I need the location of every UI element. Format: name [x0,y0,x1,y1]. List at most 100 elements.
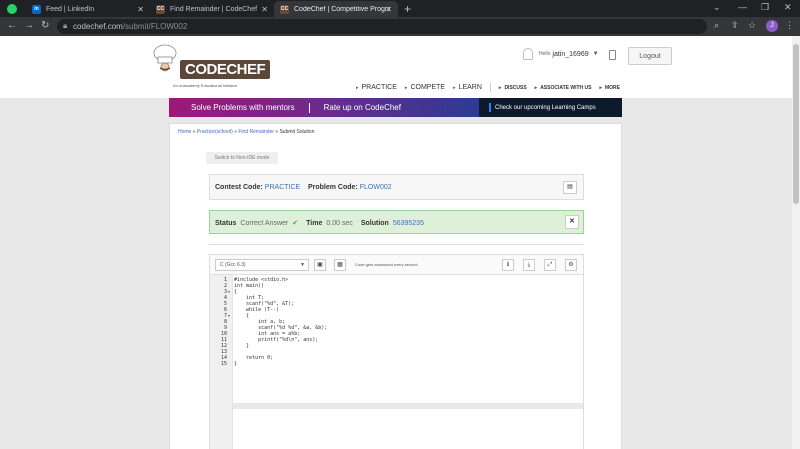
page: CODECHEF An unacademy Educational Initia… [0,36,792,449]
lock-icon: 🔒︎ [63,21,68,30]
banner-text-1: Solve Problems with mentors [191,103,295,112]
fold-arrow-icon[interactable]: ▾ [228,289,230,294]
time-value: 0.00 sec [326,219,353,227]
nav-practice[interactable]: ▸ PRACTICE [356,84,397,91]
browser-toolbar: ← → ↻ 🔒︎ codechef.com/submit/FLOW002 ⌕ ⇪… [0,17,800,36]
problem-statement-icon[interactable]: ▤ [563,181,577,194]
chef-hat-icon [153,44,177,72]
logo[interactable]: CODECHEF [180,60,271,79]
check-icon: ✔ [292,220,299,227]
arrow-right-icon: ▸ [498,84,502,91]
breadcrumb-home[interactable]: Home [178,129,191,135]
code-line[interactable]: } [234,361,237,367]
profile-avatar[interactable]: J [766,20,778,32]
nav-discuss[interactable]: ▸ DISCUSS [499,85,527,91]
switch-mode-button[interactable]: Switch to Non-IDE mode [206,152,278,164]
code-line[interactable]: return 0; [234,355,273,361]
banner-accent [489,103,491,112]
download-icon[interactable]: ⤓ [523,259,535,271]
code-line[interactable]: int main() [234,283,264,289]
reload-icon[interactable]: ↻ [41,20,49,31]
arrow-right-icon: ▸ [404,84,408,91]
info-icon[interactable]: ℹ [502,259,514,271]
main-nav: ▸ PRACTICE ▸ COMPETE ▸ LEARN ▸ DISCUSS ▸ ASSO… [356,83,628,92]
zoom-icon[interactable]: ⌕ [714,20,719,31]
breadcrumb-problem[interactable]: Find Remainder [238,129,274,135]
user-icon [523,48,533,60]
problem-code-link[interactable]: FLOW002 [360,184,392,191]
minimize-icon[interactable]: — [738,2,747,12]
banner-divider [308,102,310,113]
calendar-icon[interactable]: ▦ [334,259,346,271]
banner-mentors[interactable]: Solve Problems with mentors Rate up on C… [169,98,479,117]
hello-label: Hello [539,51,551,57]
logo-subtitle: An unacademy Educational Initiative [173,83,238,88]
chevron-down-icon[interactable]: ▼ [593,51,599,57]
close-tab-icon[interactable]: ✕ [261,5,268,14]
user-menu[interactable]: Hello jatin_16969 ▼ [523,48,599,60]
contest-code-link[interactable]: PRACTICE [265,184,300,191]
new-tab-icon[interactable]: + [404,2,411,16]
submit-panel: Home » Practice(school) » Find Remainder… [169,123,622,449]
divider [209,244,584,245]
gear-icon[interactable]: ⚙ [565,259,577,271]
line-number: 15 [220,361,227,367]
status-value: Correct Answer [240,219,289,227]
nav-more[interactable]: ▸ MORE [599,85,620,91]
nav-compete[interactable]: ▸ COMPETE [405,84,445,91]
back-icon[interactable]: ← [7,20,17,31]
tab-linkedin[interactable]: in Feed | LinkedIn ✕ [26,1,150,17]
whatsapp-icon[interactable] [7,4,17,14]
nav-learn[interactable]: ▸ LEARN [453,84,482,91]
close-icon[interactable]: ✕ [565,215,579,229]
logout-button[interactable]: Logout [628,47,672,65]
maximize-icon[interactable]: ❐ [761,2,769,13]
banner-camps[interactable]: Check our upcoming Learning Camps [479,98,622,117]
tab-search-icon[interactable]: ⌄ [713,2,721,13]
share-icon[interactable]: ⇪ [731,20,739,31]
editor-toolbar: C (Gcc 6.3) ▼ ▣ ▦ Code gets autosaved ev… [209,254,584,274]
close-window-icon[interactable]: ✕ [784,2,792,13]
site-header: CODECHEF An unacademy Educational Initia… [0,36,792,98]
nav-associate[interactable]: ▸ ASSOCIATE WITH US [535,85,592,91]
close-tab-icon[interactable]: ✕ [137,5,144,14]
close-tab-icon[interactable]: ✕ [385,5,392,14]
fold-arrow-icon[interactable]: ▾ [228,313,230,318]
solution-label: Solution [360,219,389,227]
tab-find-remainder[interactable]: CC Find Remainder | CodeChef ✕ [150,1,274,17]
dashboard-icon[interactable] [609,50,616,60]
banner-text-2: Rate up on CodeChef [323,103,401,112]
promo-banner[interactable]: Solve Problems with mentors Rate up on C… [169,98,622,117]
chevron-down-icon: ▼ [300,262,305,268]
breadcrumb: Home » Practice(school) » Find Remainder… [178,129,315,135]
arrow-right-icon: ▸ [599,84,602,91]
arrow-right-icon: ▸ [534,84,538,91]
address-bar[interactable]: 🔒︎ codechef.com/submit/FLOW002 [57,19,707,34]
menu-kebab-icon[interactable]: ⋮ [785,20,794,31]
codechef-icon: CC [280,4,289,14]
code-line[interactable]: } [234,343,249,349]
status-label: Status [215,219,237,227]
code-editor[interactable]: 1 #include <stdio.h> 2 int main() 3 ▾{4 int T… [209,274,584,449]
tab-codechef-active[interactable]: CC CodeChef | Competitive Programm ✕ [274,1,398,17]
time-label: Time [306,219,323,227]
forward-icon[interactable]: → [24,20,34,31]
bookmark-star-icon[interactable]: ☆ [748,20,756,31]
save-icon[interactable]: ▣ [314,259,326,271]
fullscreen-icon[interactable]: ⤢ [544,259,556,271]
active-line-highlight [210,403,583,409]
breadcrumb-practice[interactable]: Practice(school) [197,129,233,135]
submission-status: Status Correct Answer ✔ Time 0.00 sec So… [209,210,584,234]
browser-tab-bar: in Feed | LinkedIn ✕ CC Find Remainder |… [0,0,800,17]
language-select[interactable]: C (Gcc 6.3) ▼ [215,259,309,271]
breadcrumb-current: Submit Solution [279,129,315,135]
tab-title: CodeChef | Competitive Programm [294,5,390,13]
arrow-right-icon: ▸ [453,84,456,91]
banner-text-3: Check our upcoming Learning Camps [495,104,596,111]
username[interactable]: jatin_16969 [552,51,588,58]
codechef-icon: CC [156,4,165,14]
solution-link[interactable]: 56395235 [393,220,424,227]
arrow-right-icon: ▸ [356,84,359,91]
scrollbar-thumb[interactable] [793,44,799,204]
contest-code-label: Contest Code: [215,184,263,191]
